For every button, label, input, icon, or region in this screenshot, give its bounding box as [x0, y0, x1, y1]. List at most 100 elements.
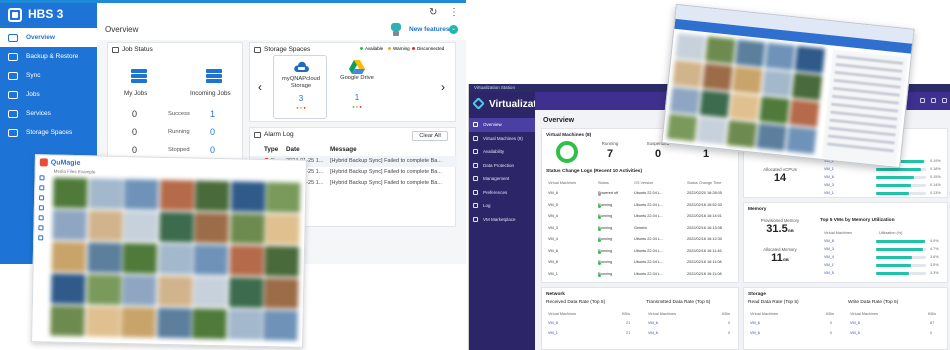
photo-thumbnail[interactable] — [228, 277, 263, 308]
photo-thumbnail[interactable] — [50, 273, 86, 305]
maximize-icon[interactable] — [931, 98, 936, 103]
util-vm-link[interactable]: VM_1 — [824, 191, 834, 195]
log-row[interactable]: VM_3 Running Generic 2022/02/16 16:13:08 — [542, 224, 732, 236]
log-row[interactable]: VM_5 Running Ubuntu 22.04 L... 2022/02/16 1… — [542, 201, 732, 213]
photo-thumbnail[interactable] — [86, 274, 121, 305]
photo-thumbnail[interactable] — [50, 305, 85, 337]
log-row[interactable]: VM_4 Running Ubuntu 22.04 L... 2022/02/16 1… — [542, 212, 732, 224]
photo-thumbnail[interactable] — [121, 307, 156, 338]
incoming-jobs-count[interactable]: 0 — [210, 127, 215, 137]
log-row[interactable]: VM_4 Running Ubuntu 22.04 L... 2022/02/16 1… — [542, 235, 732, 247]
rate-vm-link[interactable]: VM_6 — [750, 331, 760, 335]
rate-vm-link[interactable]: VM_6 — [648, 331, 658, 335]
refresh-icon[interactable]: ↻ — [429, 7, 437, 18]
hbs-nav-item-jobs[interactable]: Jobs — [0, 85, 97, 104]
chevron-down-icon[interactable]: ⌄ — [449, 25, 458, 34]
photo-thumbnail[interactable] — [193, 244, 229, 276]
chevron-left-icon[interactable]: ‹ — [258, 80, 262, 94]
hbs-nav-item-services[interactable]: Services — [0, 104, 97, 123]
chevron-right-icon[interactable]: › — [441, 80, 445, 94]
photo-thumbnail[interactable] — [227, 309, 263, 340]
util-vm-link[interactable]: VM_3 — [824, 247, 834, 251]
clear-all-button[interactable]: Clear All — [412, 131, 448, 141]
alarm-col-message[interactable]: Message — [330, 146, 357, 153]
log-row[interactable]: VM_1 Running Ubuntu 22.04 L... 2022/02/16 1… — [542, 270, 732, 282]
photo-thumbnail[interactable] — [192, 276, 228, 308]
vs-nav-item-virtual-machines-[interactable]: Virtual Machines (8) — [469, 132, 535, 146]
photo-thumbnail[interactable] — [156, 307, 192, 339]
photo-thumbnail[interactable] — [158, 211, 194, 243]
util-vm-link[interactable]: VM_4 — [824, 255, 834, 259]
close-icon[interactable] — [942, 98, 947, 103]
photo-thumbnail[interactable] — [51, 241, 87, 273]
vs-nav-item-management[interactable]: Management — [469, 172, 535, 186]
hbs-nav-item-storage-spaces[interactable]: Storage Spaces — [0, 123, 97, 142]
util-vm-link[interactable]: VM_1 — [824, 263, 834, 267]
util-vm-link[interactable]: VM_5 — [824, 271, 834, 275]
rate-vm-link[interactable]: VM_1 — [548, 331, 558, 335]
util-value: 0.18% — [930, 167, 941, 171]
my-jobs-icon — [130, 69, 148, 83]
rate-vm-link[interactable]: VM_6 — [548, 321, 558, 325]
photo-thumbnail[interactable] — [123, 211, 158, 242]
my-jobs-count[interactable]: 0 — [132, 127, 137, 137]
photo-thumbnail[interactable] — [85, 306, 121, 337]
util-vm-link[interactable]: VM_3 — [824, 183, 834, 187]
util-vm-link[interactable]: VM_8 — [824, 239, 834, 243]
vs-nav-label: Overview — [483, 122, 502, 128]
alarm-col-date[interactable]: Date — [286, 146, 300, 153]
my-jobs-count[interactable]: 0 — [132, 145, 137, 155]
my-jobs-count[interactable]: 0 — [132, 109, 137, 119]
minimize-icon[interactable] — [920, 98, 925, 103]
new-features-link[interactable]: New features — [409, 26, 449, 33]
photo-thumbnail[interactable] — [52, 209, 87, 241]
hbs-nav-item-sync[interactable]: Sync — [0, 66, 97, 85]
vs-nav-item-preferences[interactable]: Preferences — [469, 186, 535, 200]
photo-thumbnail[interactable] — [122, 243, 158, 274]
more-options-icon[interactable]: ⋮ — [449, 7, 459, 18]
photo-thumbnail[interactable] — [194, 212, 229, 244]
photo-thumbnail[interactable] — [192, 308, 227, 340]
photo-thumbnail[interactable] — [157, 275, 192, 307]
incoming-jobs-count[interactable]: 1 — [210, 109, 215, 119]
storage-item-google-drive[interactable]: Google Drive 1 ● ● ● — [330, 55, 384, 119]
photo-thumbnail[interactable] — [87, 242, 122, 274]
photo-thumbnail[interactable] — [263, 309, 298, 341]
alarm-col-type[interactable]: Type — [264, 146, 278, 153]
util-vm-link[interactable]: VM_1 — [824, 167, 834, 171]
my-jobs-label[interactable]: My Jobs — [124, 90, 147, 97]
rate-vm-link[interactable]: VM_6 — [850, 331, 860, 335]
rate-vm-link[interactable]: VM_6 — [750, 321, 760, 325]
log-row[interactable]: VM_6 Running Ubuntu 22.04 L... 2022/02/16 1… — [542, 247, 732, 259]
incoming-jobs-count[interactable]: 0 — [210, 145, 215, 155]
hbs-nav-item-overview[interactable]: Overview — [0, 28, 97, 47]
photo-thumbnail[interactable] — [159, 179, 194, 211]
photo-thumbnail[interactable] — [229, 213, 265, 244]
incoming-jobs-label[interactable]: Incoming Jobs — [190, 90, 231, 97]
photo-thumbnail[interactable] — [230, 181, 265, 212]
photo-thumbnail[interactable] — [87, 210, 123, 242]
photo-thumbnail[interactable] — [52, 177, 88, 209]
hbs-nav-item-backup-restore[interactable]: Backup & Restore — [0, 47, 97, 66]
photo-thumbnail[interactable] — [123, 179, 159, 210]
photo-thumbnail[interactable] — [229, 245, 264, 276]
vs-nav-item-availability[interactable]: Availability — [469, 145, 535, 159]
rate-vm-link[interactable]: VM_6 — [850, 321, 860, 325]
photo-thumbnail[interactable] — [88, 178, 123, 210]
vs-nav-item-overview[interactable]: Overview — [469, 118, 535, 132]
photo-thumbnail[interactable] — [263, 278, 299, 309]
photo-thumbnail[interactable] — [265, 214, 300, 245]
photo-thumbnail[interactable] — [158, 243, 193, 275]
photo-thumbnail[interactable] — [194, 180, 230, 212]
photo-thumbnail[interactable] — [121, 275, 157, 306]
vs-nav-item-vm-marketplace[interactable]: VM Marketplace — [469, 213, 535, 227]
photo-thumbnail[interactable] — [265, 182, 301, 213]
storage-item-myqnapcloud[interactable]: myQNAPcloud Storage 3 ● ● ● — [273, 55, 327, 119]
vs-nav-item-data-protection[interactable]: Data Protection — [469, 159, 535, 173]
rate-vm-link[interactable]: VM_6 — [648, 321, 658, 325]
log-row[interactable]: VM_8 Running Ubuntu 22.04 L... 2022/02/16 1… — [542, 258, 732, 270]
util-vm-link[interactable]: VM_6 — [824, 175, 834, 179]
photo-thumbnail[interactable] — [264, 246, 300, 277]
log-row[interactable]: VM_6 Powered off Ubuntu 22.04 L... 2022/02/… — [542, 189, 732, 201]
vs-nav-item-log[interactable]: Log — [469, 199, 535, 213]
